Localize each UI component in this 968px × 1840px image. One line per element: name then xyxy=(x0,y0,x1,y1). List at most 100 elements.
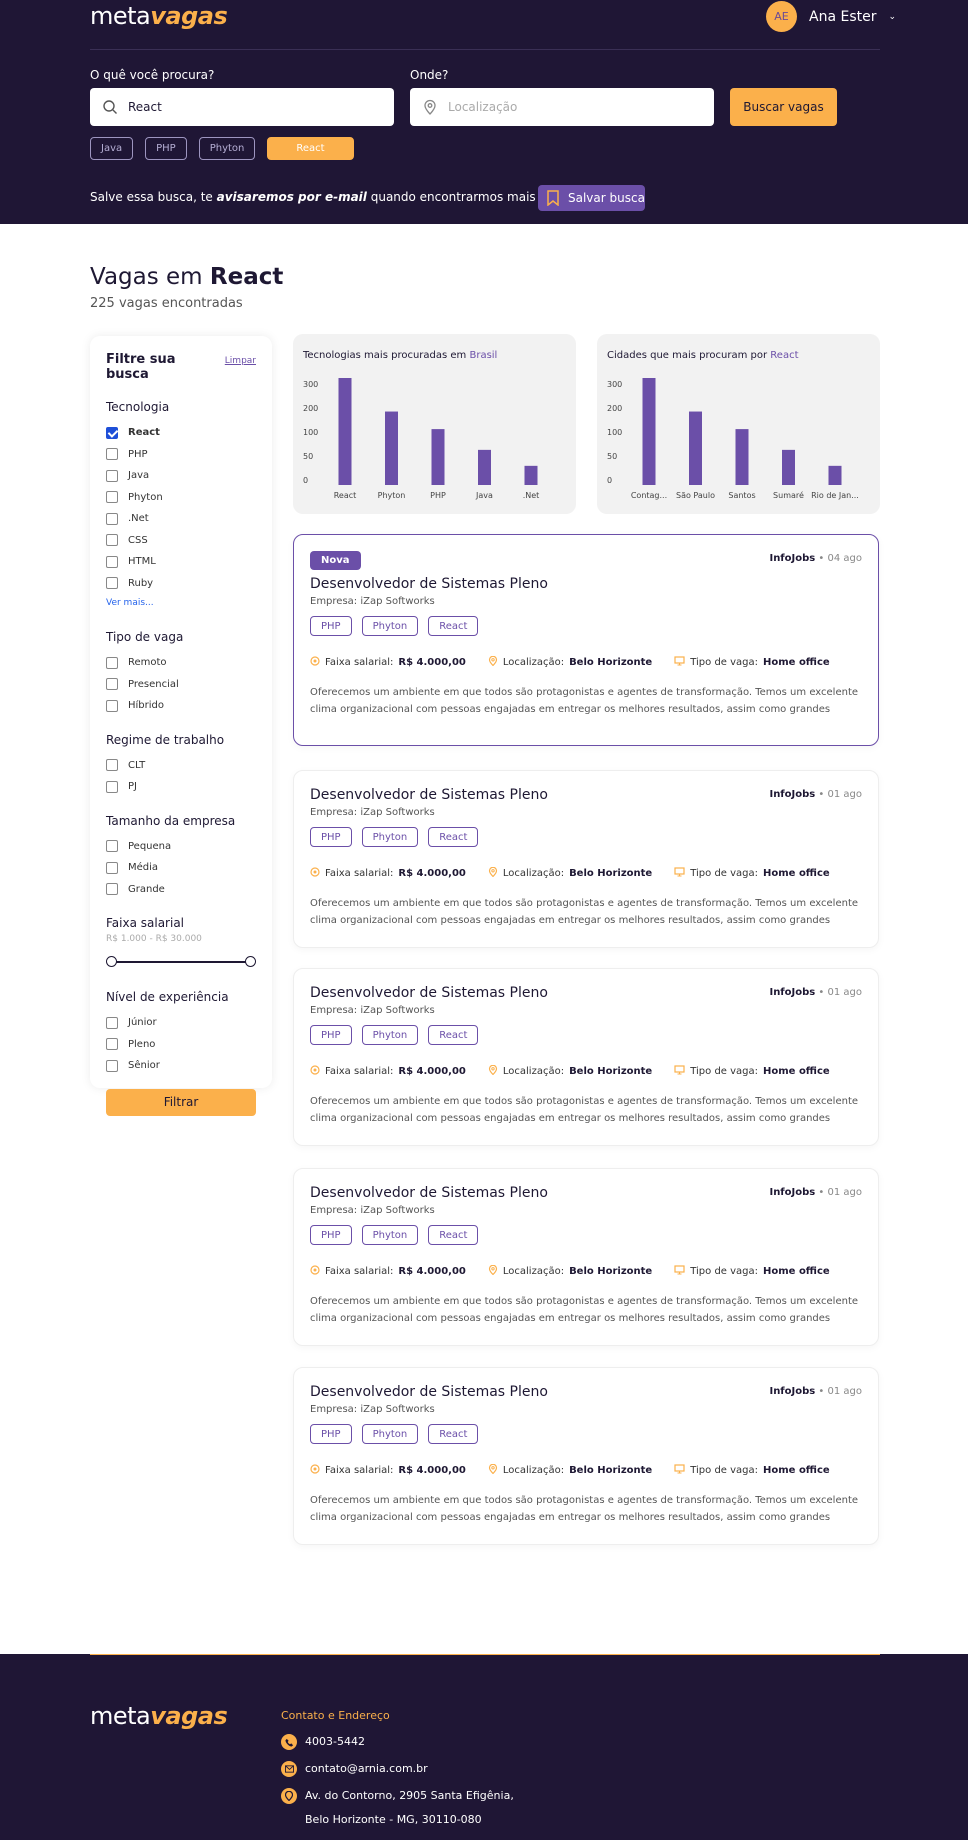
job-tag[interactable]: Phyton xyxy=(361,1424,419,1444)
job-card[interactable]: InfoJobs • 01 ago Desenvolvedor de Sistem… xyxy=(293,770,879,948)
save-search-button[interactable]: Salvar busca xyxy=(538,185,645,211)
filter-button[interactable]: Filtrar xyxy=(106,1088,256,1116)
bar[interactable] xyxy=(828,465,842,485)
chip-react[interactable]: React xyxy=(267,137,354,160)
bar[interactable] xyxy=(524,465,538,485)
job-card[interactable]: InfoJobs • 01 ago Desenvolvedor de Sistem… xyxy=(293,1168,879,1346)
filter-option-tipo[interactable]: Híbrido xyxy=(106,695,256,717)
job-card[interactable]: InfoJobs • 01 ago Desenvolvedor de Sistem… xyxy=(293,968,879,1146)
chip-phyton[interactable]: Phyton xyxy=(198,137,256,160)
checkbox[interactable] xyxy=(106,1059,118,1072)
filter-option-nivel[interactable]: Pleno xyxy=(106,1034,256,1056)
filter-option-tipo[interactable]: Presencial xyxy=(106,674,256,696)
filter-option-label: Sênior xyxy=(128,1060,160,1072)
salary-slider[interactable] xyxy=(106,952,256,972)
job-tag[interactable]: PHP xyxy=(310,827,352,847)
job-card[interactable]: Nova InfoJobs • 04 ago Desenvolvedor de Si… xyxy=(293,534,879,746)
filter-option-nivel[interactable]: Sênior xyxy=(106,1055,256,1077)
checkbox[interactable] xyxy=(106,555,118,568)
filter-option-tecnologia[interactable]: PHP xyxy=(106,444,256,466)
map-pin-icon xyxy=(488,1064,498,1078)
job-tag[interactable]: PHP xyxy=(310,616,352,636)
filter-option-tecnologia[interactable]: .Net xyxy=(106,508,256,530)
filter-option-tecnologia[interactable]: React xyxy=(106,422,256,444)
bar[interactable] xyxy=(338,378,352,485)
bar[interactable] xyxy=(478,449,491,485)
job-tag[interactable]: Phyton xyxy=(361,616,419,636)
filter-option-label: Presencial xyxy=(128,678,179,690)
checkbox[interactable] xyxy=(106,534,118,547)
checkbox[interactable] xyxy=(106,1016,118,1029)
job-title[interactable]: Desenvolvedor de Sistemas Pleno xyxy=(310,576,548,592)
job-tag[interactable]: React xyxy=(428,1025,479,1045)
job-tag[interactable]: React xyxy=(428,616,479,636)
filter-option-tecnologia[interactable]: CSS xyxy=(106,530,256,552)
checkbox[interactable] xyxy=(106,491,118,504)
job-title[interactable]: Desenvolvedor de Sistemas Pleno xyxy=(310,1384,548,1400)
checkbox[interactable] xyxy=(106,840,118,853)
bar[interactable] xyxy=(782,449,795,485)
filter-option-nivel[interactable]: Júnior xyxy=(106,1012,256,1034)
checkbox[interactable] xyxy=(106,759,118,772)
location-label: Localização: xyxy=(502,657,565,668)
job-tag[interactable]: PHP xyxy=(310,1025,352,1045)
job-title[interactable]: Desenvolvedor de Sistemas Pleno xyxy=(310,787,548,803)
filter-option-tecnologia[interactable]: HTML xyxy=(106,551,256,573)
checkbox[interactable] xyxy=(106,678,118,691)
checkbox[interactable] xyxy=(106,1038,118,1051)
bar[interactable] xyxy=(385,411,398,485)
filter-option-tipo[interactable]: Remoto xyxy=(106,652,256,674)
contact-phone[interactable]: 4003-5442 xyxy=(281,1732,365,1752)
checkbox[interactable] xyxy=(106,426,118,439)
filter-option-tecnologia[interactable]: Phyton xyxy=(106,487,256,509)
job-tag[interactable]: PHP xyxy=(310,1424,352,1444)
bar[interactable] xyxy=(735,429,749,485)
type-value: Home office xyxy=(763,1266,830,1277)
location-input[interactable]: Localização xyxy=(410,88,714,126)
clear-filters-link[interactable]: Limpar xyxy=(225,356,256,366)
filter-option-tecnologia[interactable]: Java xyxy=(106,465,256,487)
filter-option-tecnologia[interactable]: Ruby xyxy=(106,573,256,595)
job-tag[interactable]: React xyxy=(428,1424,479,1444)
job-meta: Faixa salarial: R$ 4.000,00 Localização: … xyxy=(310,655,830,669)
user-menu[interactable]: AE Ana Ester ⌄ xyxy=(766,1,896,32)
filter-option-regime[interactable]: CLT xyxy=(106,755,256,777)
checkbox[interactable] xyxy=(106,656,118,669)
filter-group-tipo: Tipo de vaga xyxy=(106,630,184,644)
checkbox[interactable] xyxy=(106,883,118,896)
job-title[interactable]: Desenvolvedor de Sistemas Pleno xyxy=(310,985,548,1001)
checkbox[interactable] xyxy=(106,780,118,793)
chip-java[interactable]: Java xyxy=(90,137,134,160)
job-tag[interactable]: PHP xyxy=(310,1225,352,1245)
job-tag[interactable]: Phyton xyxy=(361,1025,419,1045)
checkbox[interactable] xyxy=(106,469,118,482)
search-button[interactable]: Buscar vagas xyxy=(730,88,837,126)
checkbox[interactable] xyxy=(106,512,118,525)
job-title[interactable]: Desenvolvedor de Sistemas Pleno xyxy=(310,1185,548,1201)
checkbox[interactable] xyxy=(106,699,118,712)
footer-logo[interactable]: metavagas xyxy=(90,1702,228,1730)
see-more-link[interactable]: Ver mais... xyxy=(106,598,256,608)
job-tag[interactable]: React xyxy=(428,827,479,847)
job-tag[interactable]: Phyton xyxy=(361,1225,419,1245)
filter-option-regime[interactable]: PJ xyxy=(106,776,256,798)
job-tag[interactable]: Phyton xyxy=(361,827,419,847)
job-card[interactable]: InfoJobs • 01 ago Desenvolvedor de Sistem… xyxy=(293,1367,879,1545)
contact-email[interactable]: contato@arnia.com.br xyxy=(281,1759,428,1779)
bar[interactable] xyxy=(431,429,445,485)
chip-php[interactable]: PHP xyxy=(145,137,187,160)
checkbox[interactable] xyxy=(106,448,118,461)
search-input[interactable]: React xyxy=(90,88,394,126)
checkbox[interactable] xyxy=(106,577,118,590)
bar[interactable] xyxy=(642,378,656,485)
filter-option-tamanho[interactable]: Pequena xyxy=(106,836,256,858)
slider-min-handle[interactable] xyxy=(106,956,117,967)
checkbox[interactable] xyxy=(106,861,118,874)
location-info: Localização: Belo Horizonte xyxy=(488,1463,652,1477)
filter-option-tamanho[interactable]: Média xyxy=(106,857,256,879)
logo[interactable]: metavagas xyxy=(90,2,228,30)
bar[interactable] xyxy=(689,411,702,485)
filter-option-tamanho[interactable]: Grande xyxy=(106,879,256,901)
slider-max-handle[interactable] xyxy=(245,956,256,967)
job-tag[interactable]: React xyxy=(428,1225,479,1245)
